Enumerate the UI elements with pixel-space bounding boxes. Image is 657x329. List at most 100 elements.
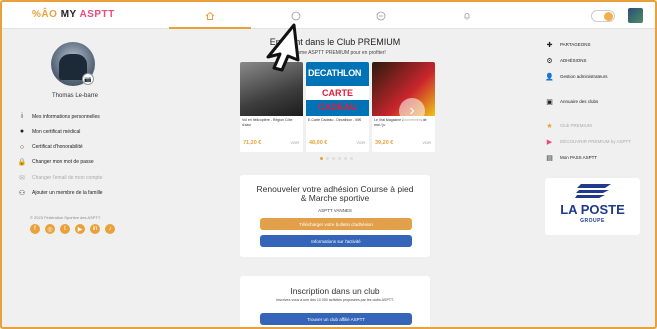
gift-card-banner: CARTE CADEAU <box>306 86 369 112</box>
carousel-dots <box>320 157 353 160</box>
compass-icon <box>291 11 301 20</box>
logo-text-asptt: ASPTT <box>79 9 115 20</box>
directory-icon: ▣ <box>546 98 553 106</box>
profile-name: Thomas Le-barre <box>51 93 99 99</box>
offer-card[interactable]: DECATHLON CARTE CADEAU E-Carte Cadeau - … <box>306 62 369 152</box>
menu-pass[interactable]: ▤ Mon PASS ASPTT <box>545 153 597 162</box>
menu-label: PARTAGEONS <box>560 42 591 47</box>
top-nav: %ÂO MY ASPTT <box>2 2 655 29</box>
offer-link[interactable]: VOIR <box>422 141 431 145</box>
premium-title: En c ent dans le Club PREMIUM <box>269 37 401 47</box>
menu-medical-certificate[interactable]: ● Mon certificat médical <box>18 125 136 138</box>
linkedin-icon[interactable]: in <box>90 224 100 234</box>
admin-icon: 👤 <box>545 73 554 81</box>
carousel-dot[interactable] <box>332 157 335 160</box>
tab-notifications[interactable] <box>426 2 508 29</box>
decathlon-logo: DECATHLON <box>308 68 362 78</box>
lock-icon: 🔒 <box>17 159 27 167</box>
menu-label: Changer l'email de mon compte <box>32 174 103 181</box>
chevron-right-icon: › <box>409 102 415 119</box>
email-icon: ✉ <box>19 174 25 182</box>
add-user-icon: ⚇ <box>18 189 26 197</box>
find-club-button[interactable]: Trouver un club affilié ASPTT <box>260 313 412 325</box>
menu-label: Certificat d'honorabilité <box>32 144 83 151</box>
theme-toggle[interactable] <box>591 10 615 22</box>
signup-title: Inscription dans un club <box>290 286 380 296</box>
youtube-icon[interactable]: ▶ <box>75 224 85 234</box>
app-logo[interactable]: %ÂO MY ASPTT <box>32 9 115 20</box>
partner-banner[interactable]: LA POSTE GROUPE <box>545 178 640 235</box>
premium-subtitle: rche lisme ASPTT PREMIUM pour en profite… <box>230 50 440 56</box>
home-icon <box>205 11 215 20</box>
carousel-dot[interactable] <box>326 157 329 160</box>
facebook-icon[interactable]: f <box>30 224 40 234</box>
menu-label: Mon certificat médical <box>32 128 81 135</box>
chat-icon <box>376 11 386 20</box>
menu-club-directory[interactable]: ▣ Annuaire des clubs <box>545 97 598 106</box>
offer-price: 48,00 € <box>309 140 328 146</box>
info-icon: i <box>21 113 23 120</box>
mouse-cursor-icon <box>266 23 300 72</box>
tab-chat[interactable] <box>340 2 422 29</box>
header-avatar[interactable] <box>628 8 643 23</box>
camera-icon[interactable]: 📷 <box>82 73 94 85</box>
play-icon: ▶ <box>546 138 553 146</box>
medical-icon: ● <box>19 128 25 136</box>
activity-info-button[interactable]: Informations sur l'activité <box>260 235 412 247</box>
offer-card[interactable]: Vol en hélicoptère - Région Côte d'azur … <box>240 62 303 152</box>
renew-membership-panel: Renouveler votre adhésion Course à pied … <box>240 175 430 257</box>
menu-label: Mon PASS ASPTT <box>560 155 598 160</box>
offer-link[interactable]: VOIR <box>290 141 299 145</box>
menu-label: DÉCOUVRIR PREMIUM by ASPTT <box>560 139 632 144</box>
menu-label: ADHÉSIONS <box>560 58 587 63</box>
renew-title-line2: & Marche sportive <box>300 193 370 203</box>
menu-label: Mes informations personnelles <box>32 113 100 120</box>
logo-text-my: MY <box>60 9 77 20</box>
offer-link[interactable]: VOIR <box>356 141 365 145</box>
carousel-dot[interactable] <box>338 157 341 160</box>
members-icon: ⚙ <box>546 57 553 65</box>
menu-share[interactable]: ✚ PARTAGEONS <box>545 40 591 49</box>
menu-change-password[interactable]: 🔒 Changer mon mot de passe <box>18 156 136 169</box>
account-menu: i Mes informations personnelles ● Mon ce… <box>18 110 136 202</box>
logo-mark: %ÂO <box>32 9 58 20</box>
instagram-icon[interactable]: ◎ <box>45 224 55 234</box>
carousel-dot[interactable] <box>350 157 353 160</box>
menu-label: Gestion administrateurs <box>560 74 608 79</box>
menu-change-email[interactable]: ✉ Changer l'email de mon compte <box>18 171 136 184</box>
partner-name: LA POSTE <box>560 202 625 217</box>
pass-icon: ▤ <box>546 154 553 162</box>
menu-add-family-member[interactable]: ⚇ Ajouter un membre de la famille <box>18 186 136 199</box>
menu-personal-info[interactable]: i Mes informations personnelles <box>18 110 136 123</box>
offer-name: Vol en hélicoptère - Région Côte d'azur <box>242 118 293 127</box>
menu-discover-premium[interactable]: ▶ DÉCOUVRIR PREMIUM by ASPTT <box>545 137 631 146</box>
menu-admin[interactable]: 👤 Gestion administrateurs <box>545 72 608 81</box>
menu-label: Annuaire des clubs <box>560 99 599 104</box>
carousel-dot[interactable] <box>320 157 323 160</box>
menu-memberships[interactable]: ⚙ ADHÉSIONS <box>545 56 587 65</box>
menu-label: Ajouter un membre de la famille <box>32 189 103 196</box>
copyright: © 2023 Fédération Sportive des ASPTT <box>30 215 101 220</box>
offer-price: 39,20 € <box>375 140 394 146</box>
offer-name: E-Carte Cadeau - Decathlon - 50€ <box>308 118 362 122</box>
star-icon: ★ <box>546 122 553 130</box>
la-poste-logo <box>575 184 611 198</box>
download-form-button[interactable]: Télécharger votre bulletin d'adhésion <box>260 218 412 230</box>
offer-price: 71,20 € <box>243 140 262 146</box>
carousel-next-button[interactable]: › <box>399 98 425 124</box>
certificate-icon: ○ <box>19 143 25 151</box>
tiktok-icon[interactable]: ♪ <box>105 224 115 234</box>
offer-image: DECATHLON CARTE CADEAU <box>306 62 369 116</box>
menu-label: Club PREMIUM <box>560 123 592 128</box>
club-name: ASPTT VANNES <box>318 208 352 213</box>
twitter-icon[interactable]: t <box>60 224 70 234</box>
menu-club-premium[interactable]: ★ Club PREMIUM <box>545 121 592 130</box>
renew-title: Renouveler votre adhésion Course à pied … <box>240 185 430 203</box>
bell-icon <box>464 12 470 20</box>
toggle-knob <box>604 12 613 21</box>
tab-home[interactable] <box>169 2 251 29</box>
carousel-dot[interactable] <box>344 157 347 160</box>
social-links: f ◎ t ▶ in ♪ <box>30 224 115 234</box>
signup-subtitle: Inscrivez-vous à une des 10 000 activité… <box>276 298 394 302</box>
menu-honorability-certificate[interactable]: ○ Certificat d'honorabilité <box>18 141 136 154</box>
